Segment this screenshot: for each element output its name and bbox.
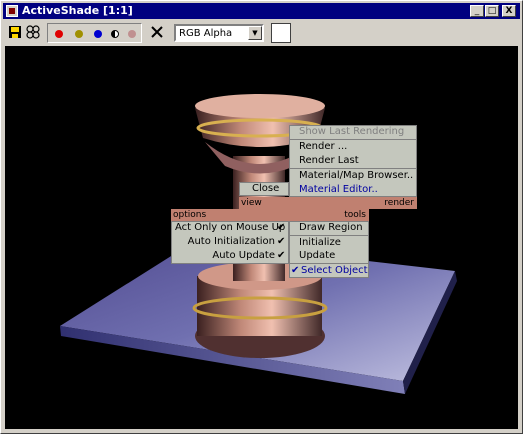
checkmark-icon: ✔: [277, 250, 286, 261]
activeshade-window: ActiveShade [1:1] _ □ X RGB Alpha ▼ Show…: [0, 0, 523, 434]
checkmark-icon: ✔: [291, 265, 300, 276]
tools-quadrant-header: tools: [289, 209, 369, 221]
monochrome-icon[interactable]: [111, 30, 119, 38]
menu-item-act-only-on-mouse-up[interactable]: Act Only on Mouse Up: [175, 221, 285, 235]
green-channel-icon[interactable]: [75, 30, 83, 38]
title-bar[interactable]: ActiveShade [1:1] _ □ X: [3, 3, 520, 19]
menu-item-material-map-browser[interactable]: Material/Map Browser..: [299, 169, 413, 183]
minimize-button[interactable]: _: [470, 5, 484, 17]
color-swatch[interactable]: [271, 23, 291, 43]
menu-item-render[interactable]: Render ...: [299, 140, 347, 154]
render-quadrant-header: render: [289, 197, 417, 209]
menu-item-close[interactable]: Close: [252, 182, 279, 196]
red-channel-icon[interactable]: [55, 30, 63, 38]
view-quadrant-header: view: [239, 197, 289, 209]
render-viewport[interactable]: Show Last Rendering Render ... Render La…: [5, 46, 518, 429]
options-quadrant-header: options: [171, 209, 289, 221]
channel-select-value: RGB Alpha: [179, 28, 233, 39]
menu-item-select-object[interactable]: Select Object: [301, 264, 368, 278]
blue-channel-icon[interactable]: [94, 30, 102, 38]
menu-item-update[interactable]: Update: [299, 249, 335, 263]
channel-select[interactable]: RGB Alpha ▼: [174, 24, 264, 42]
menu-item-show-last-rendering: Show Last Rendering: [299, 126, 405, 137]
menu-item-material-editor[interactable]: Material Editor..: [299, 183, 378, 197]
menu-item-auto-initialization[interactable]: Auto Initialization: [175, 235, 275, 249]
save-icon[interactable]: [7, 24, 23, 40]
app-icon[interactable]: [6, 5, 18, 17]
window-title: ActiveShade [1:1]: [22, 4, 133, 17]
menu-item-render-last[interactable]: Render Last: [299, 154, 359, 168]
menu-item-auto-update[interactable]: Auto Update: [175, 249, 275, 263]
maximize-button[interactable]: □: [485, 5, 499, 17]
checkmark-icon: ✔: [277, 222, 286, 233]
toolbar: RGB Alpha ▼: [3, 20, 520, 46]
chevron-down-icon[interactable]: ▼: [248, 26, 262, 40]
checkmark-icon: ✔: [277, 236, 286, 247]
clear-icon[interactable]: [149, 24, 165, 40]
menu-item-draw-region[interactable]: Draw Region: [299, 221, 363, 235]
channel-toggle-group: [47, 23, 142, 43]
menu-item-initialize[interactable]: Initialize: [299, 236, 341, 250]
copy-icon[interactable]: [25, 24, 41, 40]
alpha-channel-icon[interactable]: [128, 30, 136, 38]
close-button[interactable]: X: [502, 5, 516, 17]
